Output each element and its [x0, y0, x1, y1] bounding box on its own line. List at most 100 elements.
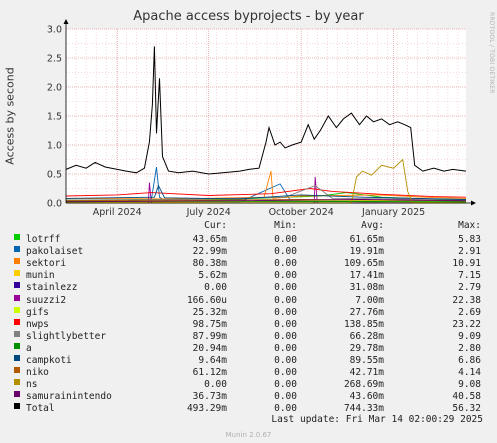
legend-swatch: [14, 318, 20, 325]
y-tick-label: 0.5: [47, 170, 62, 181]
legend-avg: 31.08m: [349, 282, 384, 294]
legend-swatch: [14, 294, 20, 301]
legend-row: nwps 98.75m 0.00 138.85m 23.22: [0, 318, 497, 331]
legend-name: lotrff: [26, 234, 61, 245]
legend-swatch: [14, 270, 20, 277]
y-axis-arrow: [63, 19, 69, 24]
legend-avg: 7.00m: [355, 294, 384, 306]
legend-min: 0.00: [274, 391, 297, 403]
legend-min: 0.00: [274, 306, 297, 318]
legend-min: 0.00: [274, 355, 297, 366]
legend-cur: 61.12m: [192, 367, 227, 379]
legend-max: 2.91: [458, 246, 481, 258]
legend-swatch: [14, 330, 20, 337]
legend-cur: 9.64m: [198, 355, 227, 366]
legend-avg: 268.69m: [343, 379, 384, 391]
legend-avg: 42.71m: [349, 367, 384, 379]
legend-cur: 0.00: [204, 282, 227, 294]
legend-max: 7.15: [458, 270, 481, 282]
legend-cur: 25.32m: [192, 306, 227, 318]
legend-col-min: Min:: [274, 220, 297, 231]
legend-col-max: Max:: [458, 220, 481, 231]
legend-row: sektori 80.38m 0.00 109.65m 10.91: [0, 258, 497, 270]
legend-swatch: [14, 403, 20, 410]
legend-name: Total: [26, 403, 55, 415]
munin-version: Munin 2.0.67: [225, 431, 272, 439]
legend-row: campkoti 9.64m 0.00 89.55m 6.86: [0, 355, 497, 367]
legend-name: ns: [26, 379, 38, 391]
legend-row: stainlezz 0.00 0.00 31.08m 2.79: [0, 282, 497, 294]
legend-col-avg: Avg:: [361, 220, 384, 231]
legend-max: 40.58: [452, 391, 481, 403]
legend-avg: 109.65m: [343, 258, 384, 270]
legend-row: lotrff 43.65m 0.00 61.65m 5.83: [0, 234, 497, 246]
legend-row: slightlybetter 87.99m 0.00 66.28m 9.09: [0, 330, 497, 343]
legend-name: suuzzi2: [26, 294, 67, 306]
x-tick-label: October 2024: [269, 207, 334, 218]
legend-max: 4.14: [458, 367, 481, 379]
legend-cur: 98.75m: [192, 318, 227, 330]
legend-cur: 87.99m: [192, 330, 227, 342]
legend-name: stainlezz: [26, 282, 78, 294]
legend-swatch: [14, 234, 20, 240]
legend-min: 0.00: [274, 318, 297, 330]
legend-swatch: [14, 379, 20, 386]
legend-avg: 66.28m: [349, 330, 384, 342]
legend-row: suuzzi2 166.60u 0.00 7.00m 22.38: [0, 294, 497, 307]
legend-swatch: [14, 246, 20, 253]
y-tick-label: 2.0: [47, 83, 62, 94]
legend-avg: 138.85m: [343, 318, 384, 330]
legend-row: a 20.94m 0.00 29.78m 2.80: [0, 342, 497, 355]
legend-max: 2.79: [458, 282, 481, 294]
y-tick-label: 0.0: [47, 199, 62, 210]
legend-max: 22.38: [452, 294, 481, 306]
legend-swatch: [14, 355, 20, 361]
legend-avg: 744.33m: [343, 403, 384, 415]
legend-cur: 5.62m: [198, 270, 227, 282]
legend-max: 9.09: [458, 330, 481, 342]
chart-canvas: 0.0 0.5 1.0 1.5 2.0 2.5 3.0 April 2024 July 2024…: [47, 19, 476, 218]
y-tick-label: 2.5: [47, 54, 62, 65]
legend-max: 5.83: [458, 234, 481, 245]
legend-min: 0.00: [274, 367, 297, 379]
legend-name: niko: [26, 367, 49, 379]
legend-swatch: [14, 342, 20, 349]
legend-name: nwps: [26, 318, 49, 330]
legend-row: ns 0.00 0.00 268.69m 9.08: [0, 379, 497, 391]
legend-swatch: [14, 391, 20, 398]
legend-min: 0.00: [274, 330, 297, 342]
legend-cur: 43.65m: [192, 234, 227, 245]
legend-name: slightlybetter: [26, 330, 107, 342]
legend-swatch: [14, 367, 20, 374]
legend-name: samurainintendo: [26, 391, 112, 403]
legend-cur: 166.60u: [186, 294, 227, 306]
legend-max: 9.08: [458, 379, 481, 391]
legend-avg: 17.41m: [349, 270, 384, 282]
legend-cur: 36.73m: [192, 391, 227, 403]
last-update: Last update: Fri Mar 14 02:00:29 2025: [271, 414, 483, 425]
legend-name: munin: [26, 270, 55, 282]
legend-swatch: [14, 282, 20, 289]
legend-min: 0.00: [274, 234, 297, 245]
legend-name: pakolaiset: [26, 246, 84, 258]
legend-avg: 43.60m: [349, 391, 384, 403]
legend-max: 2.69: [458, 306, 481, 318]
legend-header: Cur: Min: Avg: Max:: [0, 220, 497, 232]
legend-swatch: [14, 258, 20, 265]
legend-min: 0.00: [274, 294, 297, 306]
y-tick-label: 1.0: [47, 141, 62, 152]
legend-row: gifs 25.32m 0.00 27.76m 2.69: [0, 306, 497, 319]
legend-avg: 61.65m: [349, 234, 384, 245]
legend-max: 56.32: [452, 403, 481, 415]
legend-max: 10.91: [452, 258, 481, 270]
legend-row: samurainintendo 36.73m 0.00 43.60m 40.58: [0, 391, 497, 403]
legend-name: a: [26, 342, 32, 354]
y-tick-label: 3.0: [47, 25, 62, 36]
legend-cur: 493.29m: [186, 403, 227, 415]
legend-avg: 29.78m: [349, 342, 384, 354]
x-tick-label: April 2024: [93, 207, 142, 218]
legend-row: niko 61.12m 0.00 42.71m 4.14: [0, 367, 497, 379]
legend-max: 23.22: [452, 318, 481, 330]
legend-min: 0.00: [274, 270, 297, 282]
legend-max: 6.86: [458, 355, 481, 366]
